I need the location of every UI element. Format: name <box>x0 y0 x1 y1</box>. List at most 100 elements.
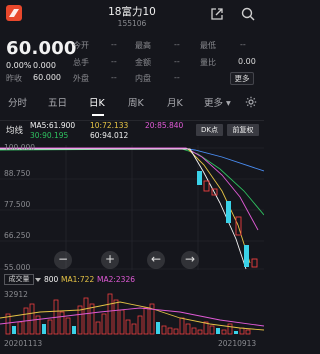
volume-bar <box>17 321 23 335</box>
volume-bar <box>227 323 233 335</box>
stock-code: 155106 <box>117 19 147 28</box>
volume-bar <box>221 329 227 335</box>
last-price: 60.000 <box>6 38 77 59</box>
prev-close-label: 昨收 <box>6 74 22 83</box>
more-button[interactable]: 更多 <box>230 72 254 85</box>
share-icon[interactable] <box>210 7 224 21</box>
ma30-value: 30:90.195 <box>30 131 69 140</box>
ma20-value: 20:85.840 <box>145 121 184 130</box>
volume-bar <box>113 299 119 335</box>
high-label: 最高 <box>135 41 151 50</box>
volume-bar <box>197 329 203 335</box>
open-label: 今开 <box>73 41 89 50</box>
candlestick <box>197 171 202 185</box>
zoom-out-button[interactable]: − <box>54 251 72 269</box>
volume-ratio-value: 0.00 <box>238 57 256 66</box>
volume-bar <box>191 327 197 335</box>
prev-close-value: 60.000 <box>33 73 61 82</box>
candlestick <box>203 180 210 192</box>
dk-point-button[interactable]: DK点 <box>196 124 223 136</box>
volume-value: 800 <box>44 275 59 284</box>
ma60-value: 60:94.012 <box>90 131 129 140</box>
volume-bar <box>156 322 160 334</box>
volume-bar <box>47 319 53 335</box>
candlestick <box>244 245 249 267</box>
search-icon[interactable] <box>241 7 255 21</box>
volume-chart[interactable] <box>0 288 264 336</box>
tab-five-day[interactable]: 五日 <box>48 95 67 109</box>
volume-bar <box>185 323 191 335</box>
gear-icon[interactable] <box>245 96 257 108</box>
volume-bar <box>95 321 101 335</box>
low-label: 最低 <box>200 41 216 50</box>
volume-bar <box>35 315 41 335</box>
outer-volume-label: 外盘 <box>73 74 89 83</box>
active-tab-indicator <box>92 114 104 116</box>
inner-volume-label: 内盘 <box>135 74 151 83</box>
volume-bar <box>167 327 173 335</box>
outer-volume-value: -- <box>111 73 117 82</box>
volume-ma2: MA2:2326 <box>97 275 135 284</box>
volume-bar <box>125 319 131 335</box>
volume-bar <box>101 313 107 335</box>
volume-bar <box>29 303 35 335</box>
volume-bar <box>131 323 137 335</box>
amount-value: -- <box>174 57 180 66</box>
adjust-button[interactable]: 前复权 <box>227 124 259 136</box>
volume-bar <box>107 293 113 335</box>
y-tick-label: 77.500 <box>4 200 31 209</box>
open-value: -- <box>111 40 117 49</box>
inner-volume-value: -- <box>174 73 180 82</box>
tab-more[interactable]: 更多 ▾ <box>204 95 231 109</box>
volume-ma1: MA1:722 <box>61 275 95 284</box>
volume-value: -- <box>111 57 117 66</box>
volume-ma-line <box>0 307 264 327</box>
scroll-left-button[interactable]: ← <box>147 251 165 269</box>
ma10-value: 10:72.133 <box>90 121 129 130</box>
date-end: 20210913 <box>218 339 257 348</box>
volume-bar <box>173 328 179 335</box>
tab-weekly-k[interactable]: 周K <box>128 95 144 109</box>
volume-bar <box>65 317 71 335</box>
volume-bar <box>179 317 185 335</box>
date-start: 20201113 <box>4 339 43 348</box>
page-title: 18富力10 <box>108 6 156 18</box>
volume-bar <box>143 307 149 335</box>
volume-bar <box>72 326 76 334</box>
volume-bar <box>245 329 251 335</box>
ma5-value: MA5:61.900 <box>30 121 76 130</box>
y-tick-label: 55.000 <box>4 263 31 272</box>
tab-monthly-k[interactable]: 月K <box>167 95 183 109</box>
volume-ratio-label: 量比 <box>200 58 216 67</box>
tab-daily-k[interactable]: 日K <box>89 95 105 109</box>
amount-label: 金额 <box>135 58 151 67</box>
volume-bar <box>89 303 95 335</box>
volume-bar <box>137 315 143 335</box>
volume-bar <box>119 309 125 335</box>
volume-bar <box>234 331 238 334</box>
period-tabs: 分时 五日 日K 周K 月K 更多 ▾ <box>0 95 264 115</box>
y-tick-label: 66.250 <box>4 231 31 240</box>
volume-bar <box>42 324 46 334</box>
volume-bar <box>216 328 220 334</box>
kline-chart[interactable] <box>0 145 264 270</box>
y-tick-label: 100.000 <box>4 143 36 152</box>
volume-bar <box>12 326 16 334</box>
zoom-in-button[interactable]: + <box>101 251 119 269</box>
tab-intraday[interactable]: 分时 <box>8 95 27 109</box>
candlestick <box>251 258 258 268</box>
volume-bar <box>209 325 215 335</box>
chevron-down-icon[interactable] <box>35 278 41 282</box>
low-value: -- <box>240 40 246 49</box>
ma-line <box>0 148 247 270</box>
y-tick-label: 88.750 <box>4 169 31 178</box>
volume-bar <box>161 325 167 335</box>
volume-indicator-button[interactable]: 成交量 <box>4 274 34 285</box>
change-percent: 0.00% <box>6 61 32 70</box>
scroll-right-button[interactable]: → <box>181 251 199 269</box>
high-value: -- <box>174 40 180 49</box>
volume-bar <box>83 297 89 335</box>
volume-bar <box>239 327 245 335</box>
volume-label: 总手 <box>73 58 89 67</box>
volume-bar <box>59 311 65 335</box>
